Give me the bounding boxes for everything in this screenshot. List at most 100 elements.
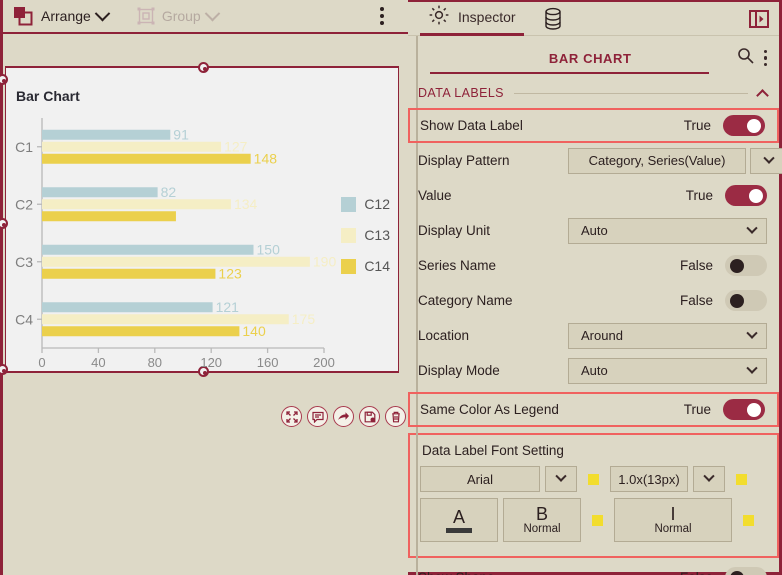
toggle-same-color-as-legend[interactable]: [723, 399, 765, 420]
svg-text:200: 200: [313, 355, 335, 370]
chevron-down-icon[interactable]: [204, 5, 221, 21]
svg-text:123: 123: [218, 265, 242, 281]
svg-text:C1: C1: [15, 139, 33, 155]
select-location[interactable]: Around: [568, 322, 767, 349]
svg-text:190: 190: [313, 253, 337, 269]
data-label-font-setting: Data Label Font Setting Arial 1.0x(13px)…: [408, 433, 779, 558]
legend-item[interactable]: C12: [341, 196, 390, 212]
italic-state: Normal: [654, 523, 692, 535]
underline-button[interactable]: A: [420, 498, 498, 542]
row-show-data-label[interactable]: Show Data Label True: [408, 108, 779, 143]
section-title: BAR CHART: [548, 50, 632, 66]
row-label: Display Mode: [418, 363, 500, 378]
bold-button[interactable]: B Normal: [503, 498, 581, 542]
underline-glyph: A: [452, 506, 465, 527]
underline-bar: [446, 527, 472, 533]
group-header-data-labels[interactable]: DATA LABELS: [418, 80, 779, 106]
group-button[interactable]: Group: [136, 5, 221, 26]
svg-text:C3: C3: [15, 254, 33, 270]
toggle-value[interactable]: [725, 185, 767, 206]
toggle-show-shape[interactable]: [725, 567, 767, 575]
select-display-pattern[interactable]: Category, Series(Value): [568, 147, 746, 174]
select-display-unit[interactable]: Auto: [568, 217, 767, 244]
select-font-family[interactable]: Arial: [420, 466, 540, 492]
row-label: Show Data Label: [420, 118, 523, 133]
svg-text:134: 134: [234, 196, 258, 212]
row-value: False: [679, 258, 713, 273]
arrange-button[interactable]: Arrange: [13, 5, 111, 26]
svg-text:C2: C2: [15, 196, 33, 212]
group-label: DATA LABELS: [418, 86, 504, 100]
section-header: BAR CHART: [418, 36, 779, 80]
chevron-down-icon[interactable]: [94, 5, 111, 21]
font-line-2: A B Normal I Normal: [420, 498, 765, 542]
italic-color-swatch[interactable]: [743, 514, 754, 526]
row-label: Series Name: [418, 258, 497, 273]
legend-swatch: [341, 227, 357, 243]
row-show-shape[interactable]: Show Shape False: [418, 560, 779, 575]
select-display-pattern-caret[interactable]: [750, 147, 782, 174]
arrange-label: Arrange: [41, 8, 91, 24]
select-font-size-caret[interactable]: [693, 466, 725, 492]
row-same-color-as-legend[interactable]: Same Color As Legend True: [408, 392, 779, 427]
svg-text:120: 120: [200, 355, 222, 370]
select-font-size[interactable]: 1.0x(13px): [610, 466, 688, 492]
legend-item[interactable]: C13: [341, 227, 390, 243]
bold-glyph: B: [535, 504, 548, 524]
row-label: Show Shape: [418, 570, 568, 575]
bold-color-swatch[interactable]: [592, 514, 603, 526]
svg-text:160: 160: [257, 355, 279, 370]
select-display-mode-value: Auto: [581, 363, 608, 378]
comment-icon[interactable]: [307, 406, 328, 427]
database-icon[interactable]: [542, 7, 564, 31]
select-font-family-caret[interactable]: [545, 466, 577, 492]
legend-swatch: [341, 196, 357, 212]
row-value-toggle[interactable]: Value True: [418, 178, 779, 213]
font-setting-title: Data Label Font Setting: [422, 443, 564, 458]
font-color-swatch[interactable]: [588, 473, 599, 485]
svg-text:82: 82: [161, 184, 177, 200]
group-frame-icon: [136, 6, 156, 26]
panel-toggle-icon[interactable]: [749, 9, 769, 29]
legend-label: C13: [364, 227, 390, 243]
row-label: Display Unit: [418, 223, 491, 238]
svg-text:175: 175: [292, 311, 316, 327]
canvas-area: Bar Chart 0 40 80 120 160 200 C1 91 127 148 C2 82 13…: [0, 34, 408, 575]
chart-widget[interactable]: Bar Chart 0 40 80 120 160 200 C1 91 127 148 C2 82 13…: [5, 62, 399, 377]
row-label: Same Color As Legend: [420, 402, 559, 417]
chart-legend: C12 C13 C14: [341, 196, 390, 289]
inspector-panel: Inspector BAR CHART DATA LABELS Show Dat…: [408, 0, 782, 575]
row-display-unit[interactable]: Display Unit Auto: [418, 213, 779, 248]
row-location[interactable]: Location Around: [418, 318, 779, 353]
row-series-name[interactable]: Series Name False: [418, 248, 779, 283]
italic-button[interactable]: I Normal: [614, 498, 732, 542]
save-icon[interactable]: [359, 406, 380, 427]
search-icon[interactable]: [737, 47, 754, 69]
expand-icon[interactable]: [281, 406, 302, 427]
italic-glyph: I: [670, 504, 676, 524]
font-size-color-swatch[interactable]: [736, 473, 747, 485]
bold-state: Normal: [523, 523, 561, 535]
inspector-header: Inspector: [408, 2, 779, 36]
section-overflow-button[interactable]: [763, 49, 767, 67]
svg-text:140: 140: [242, 323, 266, 339]
toggle-series-name[interactable]: [725, 255, 767, 276]
row-value: True: [685, 188, 713, 203]
toggle-show-data-label[interactable]: [723, 115, 765, 136]
row-display-mode[interactable]: Display Mode Auto: [418, 353, 779, 388]
share-icon[interactable]: [333, 406, 354, 427]
delete-icon[interactable]: [385, 406, 406, 427]
tab-inspector[interactable]: Inspector: [420, 2, 524, 36]
svg-text:150: 150: [257, 241, 281, 257]
legend-label: C12: [364, 196, 390, 212]
chart-action-bar: [281, 406, 406, 427]
group-label: Group: [161, 8, 201, 24]
toolbar-overflow-button[interactable]: [380, 7, 384, 25]
row-category-name[interactable]: Category Name False: [418, 283, 779, 318]
row-value: False: [679, 293, 713, 308]
row-display-pattern[interactable]: Display Pattern Category, Series(Value): [418, 143, 782, 178]
chevron-up-icon[interactable]: [756, 88, 769, 102]
toggle-category-name[interactable]: [725, 290, 767, 311]
legend-item[interactable]: C14: [341, 258, 390, 274]
select-display-mode[interactable]: Auto: [568, 357, 767, 384]
